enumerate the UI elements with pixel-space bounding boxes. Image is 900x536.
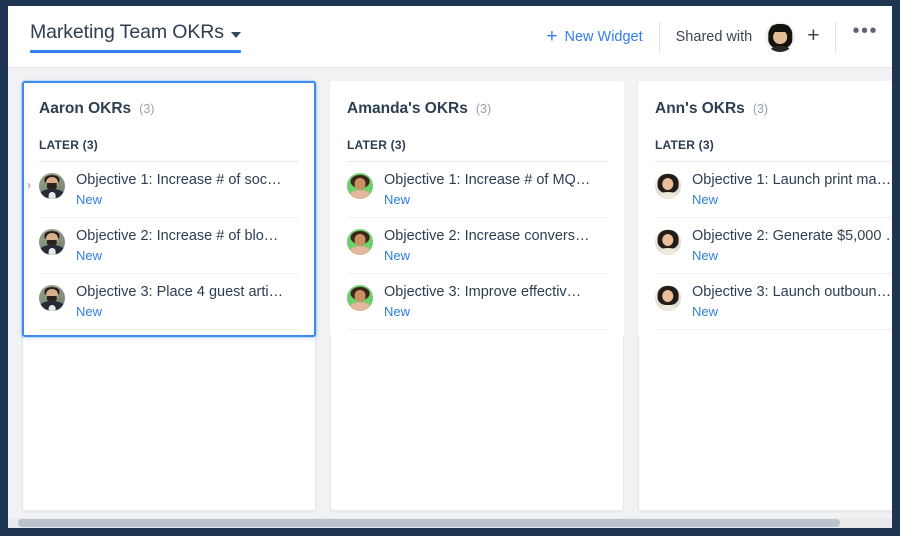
objective-title: Objective 1: Increase # of soc… [76,172,282,188]
scrollbar-thumb[interactable] [18,519,840,527]
widget-title-row: Amanda's OKRs (3) [347,100,607,118]
avatar [347,285,373,312]
avatar-art [765,22,796,52]
status-badge[interactable]: New [384,304,410,319]
widget-body: Ann's OKRs (3) LATER (3) Objective 1: Launc… [639,82,892,336]
objective-text: Objective 2: Increase convers… New [384,227,607,265]
widget-title: Aaron OKRs [39,100,132,117]
horizontal-scrollbar[interactable] [8,518,892,528]
avatar-art [655,229,681,256]
avatar [39,229,65,256]
objective-row[interactable]: Objective 3: Improve effectiv… New [347,274,607,331]
objective-row[interactable]: Objective 2: Increase convers… New [347,218,607,275]
board-area: Aaron OKRs (3) LATER (3) › Objective 1: Incr… [8,68,892,518]
objective-text: Objective 3: Improve effectiv… New [384,283,607,321]
board-column: Ann's OKRs (3) LATER (3) Objective 1: Launc… [638,81,892,511]
avatar-art [655,173,681,199]
page-title-group[interactable]: Marketing Team OKRs [30,21,241,53]
app-header: Marketing Team OKRs + New Widget Shared … [8,6,892,68]
objective-text: Objective 3: Launch outboun… New [692,283,892,321]
objective-title: Objective 2: Increase # of blo… [76,228,279,245]
avatar [347,229,373,256]
window-frame: Marketing Team OKRs + New Widget Shared … [0,0,900,536]
okr-widget[interactable]: Ann's OKRs (3) LATER (3) Objective 1: Launc… [638,81,892,338]
section-label: LATER (3) [347,138,607,162]
caret-down-icon[interactable] [230,31,241,38]
objective-title: Objective 2: Increase convers… [384,228,590,245]
objective-row[interactable]: Objective 1: Increase # of MQ… New [347,162,607,219]
board-columns: Aaron OKRs (3) LATER (3) › Objective 1: Incr… [22,81,892,511]
widget-count: (3) [139,102,155,116]
plus-icon: + [546,25,558,47]
objective-title: Objective 3: Launch outboun… [692,284,892,301]
avatar-art [39,229,65,256]
status-badge[interactable]: New [76,248,102,263]
app-viewport: Marketing Team OKRs + New Widget Shared … [8,6,892,528]
objective-title: Objective 3: Place 4 guest arti… [76,284,284,301]
widget-title: Ann's OKRs [655,100,745,117]
header-actions: + New Widget Shared with + ••• [546,6,878,68]
objective-row[interactable]: Objective 3: Place 4 guest arti… New [39,274,299,331]
objective-text: Objective 3: Place 4 guest arti… New [76,283,299,321]
avatar-art [39,173,65,199]
page-title: Marketing Team OKRs [30,21,224,43]
avatar-art [347,285,373,312]
objective-title: Objective 1: Launch print ma… [692,172,892,188]
objective-title: Objective 2: Generate $5,000 … [692,228,892,245]
avatar [39,285,65,312]
status-badge[interactable]: New [76,304,102,319]
okr-widget[interactable]: Amanda's OKRs (3) LATER (3) Objective 1: In… [330,81,624,338]
objective-row[interactable]: › Objective 1: Increase # of soc… New [27,162,299,219]
avatar-art [655,285,681,312]
objective-text: Objective 1: Increase # of soc… New [76,171,299,209]
avatar [39,173,65,199]
section-label: LATER (3) [39,138,299,162]
avatar-art [347,229,373,256]
avatar [655,285,681,312]
avatar [655,229,681,256]
ellipsis-icon[interactable]: ••• [852,21,878,41]
new-widget-label: New Widget [564,29,643,45]
status-badge[interactable]: New [692,248,718,263]
objective-row[interactable]: Objective 2: Generate $5,000 … New [655,218,892,275]
status-badge[interactable]: New [76,192,102,207]
objective-row[interactable]: Objective 2: Increase # of blo… New [39,218,299,275]
avatar [655,173,681,199]
objective-text: Objective 1: Increase # of MQ… New [384,171,607,209]
widget-count: (3) [475,102,492,116]
status-badge[interactable]: New [384,192,410,207]
avatar-art [39,285,65,312]
add-person-button[interactable]: + [807,25,819,46]
avatar [347,173,373,199]
objective-title: Objective 1: Increase # of MQ… [384,172,591,188]
objective-row[interactable]: Objective 1: Launch print ma… New [655,162,892,219]
objective-title: Objective 3: Improve effectiv… [384,284,582,301]
objective-text: Objective 2: Generate $5,000 … New [692,227,892,265]
objective-text: Objective 2: Increase # of blo… New [76,227,299,265]
new-widget-button[interactable]: + New Widget [546,25,643,47]
avatar-shared-user[interactable] [765,22,796,52]
status-badge[interactable]: New [692,304,718,319]
status-badge[interactable]: New [384,248,410,263]
avatar-art [347,173,373,199]
widget-body: Amanda's OKRs (3) LATER (3) Objective 1: In… [331,82,623,336]
objective-row[interactable]: Objective 3: Launch outboun… New [655,274,892,331]
widget-count: (3) [752,102,769,116]
objective-text: Objective 1: Launch print ma… New [692,171,892,209]
shared-with-label: Shared with [675,29,753,45]
widget-title-row: Aaron OKRs (3) [39,100,299,118]
widget-title: Amanda's OKRs [347,100,468,117]
board-column: Amanda's OKRs (3) LATER (3) Objective 1: In… [330,81,624,511]
header-divider [658,22,660,52]
widget-title-row: Ann's OKRs (3) [655,100,892,118]
header-divider-2 [835,22,837,52]
okr-widget[interactable]: Aaron OKRs (3) LATER (3) › Objective 1: Incr… [22,81,316,338]
widget-body: Aaron OKRs (3) LATER (3) › Objective 1: Incr… [24,83,314,335]
status-badge[interactable]: New [692,192,718,207]
chevron-right-icon[interactable]: › [27,179,37,191]
title-underline [30,50,241,53]
board-column: Aaron OKRs (3) LATER (3) › Objective 1: Incr… [22,81,316,511]
section-label: LATER (3) [655,138,892,162]
